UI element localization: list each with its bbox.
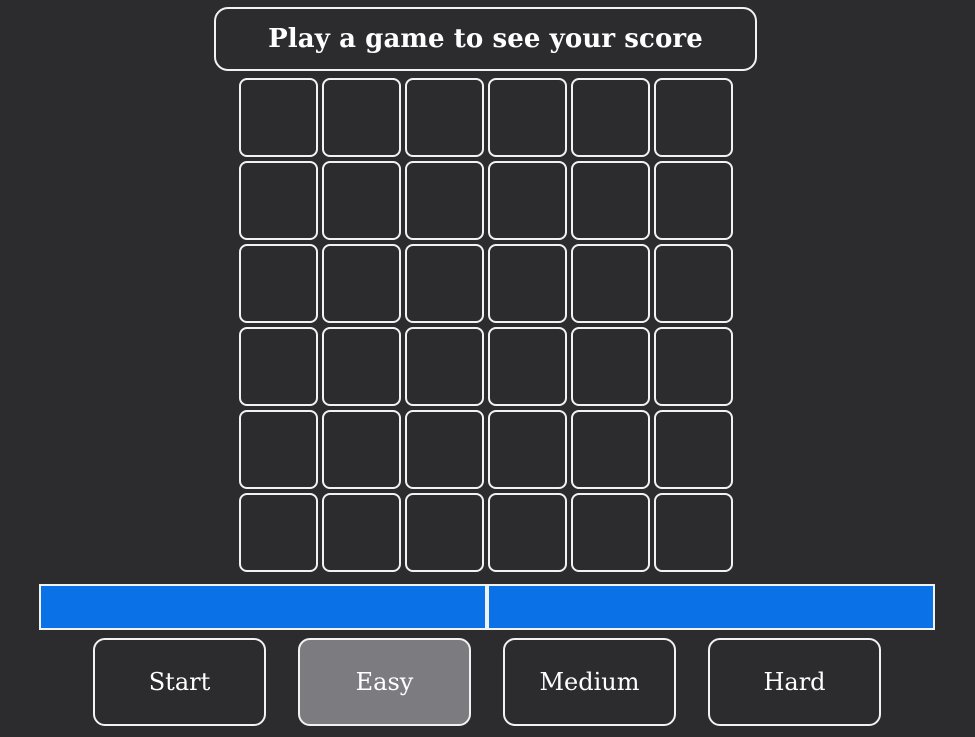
grid-cell[interactable] xyxy=(322,78,401,157)
grid-cell[interactable] xyxy=(488,327,567,406)
start-button[interactable]: Start xyxy=(93,638,266,726)
grid-cell[interactable] xyxy=(488,493,567,572)
hard-button[interactable]: Hard xyxy=(708,638,881,726)
grid-cell[interactable] xyxy=(239,244,318,323)
grid-cell[interactable] xyxy=(239,78,318,157)
grid-cell[interactable] xyxy=(654,493,733,572)
grid-cell[interactable] xyxy=(405,244,484,323)
grid-cell[interactable] xyxy=(322,161,401,240)
grid-cell[interactable] xyxy=(322,410,401,489)
grid-cell[interactable] xyxy=(405,327,484,406)
grid-cell[interactable] xyxy=(571,493,650,572)
score-display: Play a game to see your score xyxy=(214,7,757,71)
grid-cell[interactable] xyxy=(654,327,733,406)
grid-cell[interactable] xyxy=(654,161,733,240)
grid-cell[interactable] xyxy=(322,493,401,572)
grid-cell[interactable] xyxy=(654,410,733,489)
grid-cell[interactable] xyxy=(488,410,567,489)
grid-cell[interactable] xyxy=(322,244,401,323)
game-grid xyxy=(239,78,733,572)
grid-cell[interactable] xyxy=(571,244,650,323)
timer-progress-bar xyxy=(39,584,935,630)
grid-cell[interactable] xyxy=(488,244,567,323)
progress-segment-right xyxy=(489,586,933,628)
progress-segment-left xyxy=(41,586,485,628)
grid-cell[interactable] xyxy=(571,161,650,240)
control-bar: Start Easy Medium Hard xyxy=(93,638,881,726)
grid-cell[interactable] xyxy=(405,493,484,572)
grid-cell[interactable] xyxy=(322,327,401,406)
grid-cell[interactable] xyxy=(239,410,318,489)
grid-cell[interactable] xyxy=(571,327,650,406)
grid-cell[interactable] xyxy=(239,161,318,240)
grid-cell[interactable] xyxy=(654,78,733,157)
grid-cell[interactable] xyxy=(654,244,733,323)
grid-cell[interactable] xyxy=(488,78,567,157)
easy-button[interactable]: Easy xyxy=(298,638,471,726)
grid-cell[interactable] xyxy=(571,78,650,157)
grid-cell[interactable] xyxy=(571,410,650,489)
medium-button[interactable]: Medium xyxy=(503,638,676,726)
grid-cell[interactable] xyxy=(239,493,318,572)
grid-cell[interactable] xyxy=(488,161,567,240)
grid-cell[interactable] xyxy=(405,78,484,157)
grid-cell[interactable] xyxy=(405,161,484,240)
grid-cell[interactable] xyxy=(239,327,318,406)
grid-cell[interactable] xyxy=(405,410,484,489)
